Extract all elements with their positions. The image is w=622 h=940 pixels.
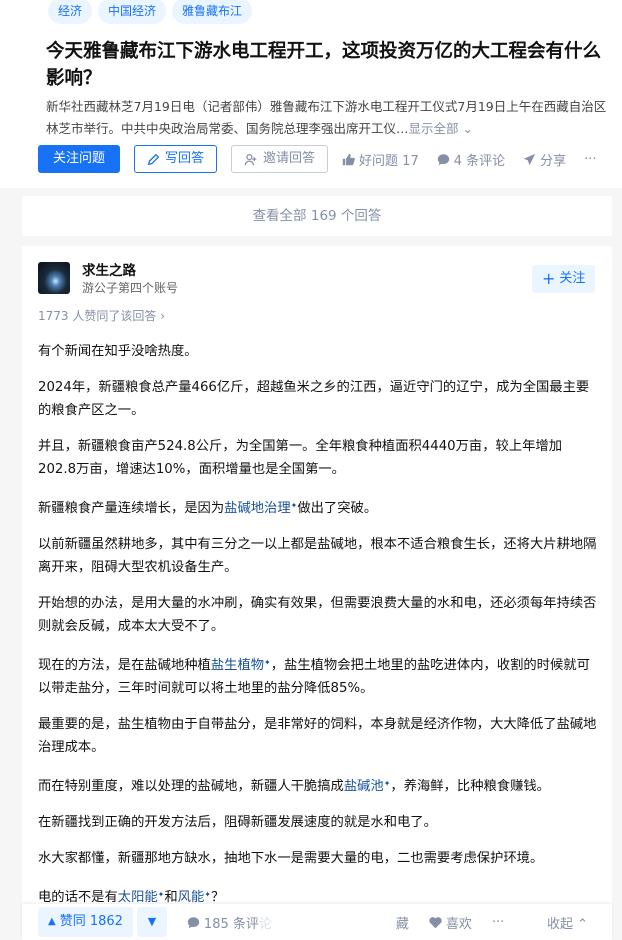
paragraph: 在新疆找到正确的开发方法后，阻碍新疆发展速度的就是水和电了。 [38, 815, 437, 830]
comment-icon [187, 916, 200, 928]
plus-icon: + [542, 269, 556, 288]
collapse-label: 收起 [546, 916, 573, 932]
follow-author-button[interactable]: + 关注 [532, 265, 596, 293]
collect-label: 藏 [395, 916, 409, 932]
write-answer-button[interactable]: 写回答 [134, 145, 218, 173]
watermark-overlay [258, 907, 378, 937]
voters-text: 1773 人赞同了该回答 [38, 309, 157, 323]
paragraph: 并且，新疆粮食亩产524.8公斤，为全国第一。全年粮食种植面积4440万亩，较上… [38, 439, 562, 477]
like-label: 喜欢 [445, 916, 472, 932]
more-options-button[interactable]: ··· [584, 152, 596, 167]
paragraph: 以前新疆虽然耕地多，其中有三分之一以上都是盐碱地，根本不适合粮食生长，还将大片耕… [38, 537, 597, 575]
question-description-text: 新华社西藏林芝7月19日电（记者部伟）雅鲁藏布江下游水电工程开工仪式7月19日上… [46, 99, 607, 136]
keyword-search-icon: ✦ [204, 890, 211, 899]
good-question-label: 好问题 17 [359, 153, 419, 169]
chevron-down-icon: ⌄ [462, 121, 473, 136]
paragraph-text: 新疆粮食产量连续增长，是因为 [38, 501, 225, 516]
comment-icon [437, 153, 449, 165]
invite-answer-label: 邀请回答 [263, 151, 316, 166]
keyword-link[interactable]: 盐生植物 [211, 658, 264, 673]
paragraph-text: 现在的方法，是在盐碱地种植 [38, 658, 211, 673]
collect-button[interactable]: 藏 [396, 913, 409, 932]
paragraph: 而在特别重度，难以处理的盐碱地，新疆人干脆搞成盐碱池✦，养海鲜，比种粮食赚钱。 [38, 772, 598, 798]
upvote-button[interactable]: ▲ 赞同 1862 [38, 907, 133, 937]
paragraph: 有个新闻在知乎没啥热度。 [38, 344, 198, 359]
view-all-answers-button[interactable]: 查看全部 169 个回答 [22, 196, 612, 236]
answer-card: 求生之路 游公子第四个账号 + 关注 1773 人赞同了该回答 › 有个新闻在知… [22, 246, 612, 940]
show-all-link[interactable]: 显示全部 ⌄ [409, 121, 473, 136]
paragraph: 现在的方法，是在盐碱地种植盐生植物✦，盐生植物会把土地里的盐吃进体内，收割的时候… [38, 651, 598, 700]
paragraph-text: 电的话不是有 [38, 890, 118, 905]
paragraph: 新疆粮食产量连续增长，是因为盐碱地治理✦做出了突破。 [38, 494, 598, 520]
upvote-label: 赞同 1862 [59, 914, 123, 929]
question-header: 经济 中国经济 雅鲁藏布江 今天雅鲁藏布江下游水电工程开工，这项投资万亿的大工程… [0, 0, 622, 188]
author-bio: 游公子第四个账号 [82, 281, 179, 295]
paragraph: 水大家都懂，新疆那地方缺水，抽地下水一是需要大量的电，二也需要考虑保护环境。 [38, 851, 544, 866]
share-label: 分享 [540, 153, 567, 169]
paragraph: 最重要的是，盐生植物由于自带盐分，是非常好的饲料，本身就是经济作物，大大降低了盐… [38, 717, 597, 755]
triangle-up-icon: ▲ [48, 916, 56, 927]
share-button[interactable]: 分享 [523, 150, 566, 169]
keyword-link[interactable]: 太阳能 [118, 890, 158, 905]
show-all-label: 显示全部 [408, 121, 459, 136]
topic-tag[interactable]: 经济 [48, 0, 93, 24]
downvote-button[interactable]: ▼ [136, 907, 167, 937]
pencil-icon [147, 153, 160, 165]
question-title[interactable]: 今天雅鲁藏布江下游水电工程开工，这项投资万亿的大工程会有什么影响？ [46, 38, 616, 92]
share-icon [523, 153, 536, 165]
heart-icon [429, 916, 442, 928]
topic-tag[interactable]: 雅鲁藏布江 [172, 0, 253, 24]
like-button[interactable]: 喜欢 [429, 913, 472, 932]
question-comments-button[interactable]: 4 条评论 [437, 150, 505, 169]
chevron-right-icon: › [160, 309, 165, 323]
paragraph-text: ，养海鲜，比种粮食赚钱。 [390, 779, 550, 794]
keyword-link[interactable]: 风能 [178, 890, 205, 905]
question-actions: 关注问题 写回答 邀请回答 好问题 17 4 条评论 分享 ··· [38, 145, 615, 173]
write-answer-label: 写回答 [165, 151, 205, 166]
keyword-link[interactable]: 盐碱地治理 [224, 501, 290, 516]
keyword-link[interactable]: 盐碱池 [344, 779, 384, 794]
topic-tag[interactable]: 中国经济 [98, 0, 167, 24]
voters-count[interactable]: 1773 人赞同了该回答 › [38, 307, 165, 324]
more-options-icon[interactable]: ··· [492, 915, 504, 930]
paragraph-text: ？ [210, 890, 225, 905]
question-description: 新华社西藏林芝7月19日电（记者部伟）雅鲁藏布江下游水电工程开工仪式7月19日上… [46, 96, 618, 140]
paragraph: 开始想的办法，是用大量的水冲刷，确实有效果，但需要浪费大量的水和电，还必须每年持… [38, 596, 597, 634]
paragraph-text: 和 [164, 890, 178, 905]
paragraph-text: 而在特别重度，难以处理的盐碱地，新疆人干脆搞成 [38, 779, 344, 794]
thumb-up-icon [342, 153, 355, 165]
invite-answer-button[interactable]: 邀请回答 [231, 145, 329, 173]
follow-author-label: 关注 [559, 271, 586, 286]
question-comments-label: 4 条评论 [453, 153, 506, 169]
topic-tags: 经济 中国经济 雅鲁藏布江 [48, 0, 253, 24]
good-question-button[interactable]: 好问题 17 [342, 150, 419, 169]
author-name[interactable]: 求生之路 [82, 259, 136, 279]
chevron-up-icon: ⌃ [577, 916, 588, 932]
follow-question-button[interactable]: 关注问题 [38, 145, 121, 173]
answer-content: 有个新闻在知乎没啥热度。 2024年，新疆粮食总产量466亿斤，超越鱼米之乡的江… [38, 340, 598, 922]
keyword-search-icon: ✦ [264, 658, 271, 667]
avatar[interactable] [38, 262, 70, 294]
triangle-down-icon: ▼ [147, 915, 157, 928]
collapse-button[interactable]: 收起 ⌃ [547, 913, 588, 932]
paragraph-text: 做出了突破。 [297, 501, 378, 516]
paragraph: 2024年，新疆粮食总产量466亿斤，超越鱼米之乡的江西，逼近守门的辽宁，成为全… [38, 380, 590, 418]
person-add-icon [244, 153, 257, 165]
